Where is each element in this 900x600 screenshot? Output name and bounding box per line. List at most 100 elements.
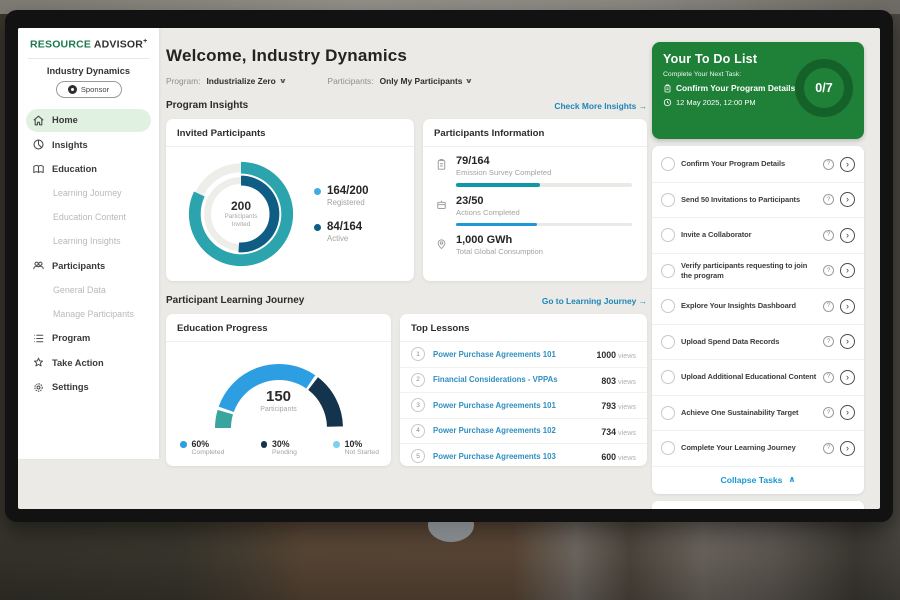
lesson-views: 600 bbox=[601, 452, 616, 462]
sidebar-item-learning-journey[interactable]: Learning Journey bbox=[26, 182, 151, 205]
learning-journey-header: Participant Learning Journey Go to Learn… bbox=[166, 295, 647, 306]
sidebar-item-label: Education bbox=[52, 164, 97, 174]
task-checkbox[interactable] bbox=[661, 193, 675, 207]
lesson-title-link[interactable]: Power Purchase Agreements 101 bbox=[433, 401, 593, 410]
task-label: Explore Your Insights Dashboard bbox=[681, 301, 817, 311]
progress-bar bbox=[456, 183, 632, 187]
task-checkbox[interactable] bbox=[661, 370, 675, 384]
sidebar-item-home[interactable]: Home bbox=[26, 109, 151, 132]
todo-task-row[interactable]: Verify participants requesting to join t… bbox=[652, 254, 864, 290]
sidebar-item-manage-participants[interactable]: Manage Participants bbox=[26, 303, 151, 326]
section-title: Participant Learning Journey bbox=[166, 295, 304, 306]
todo-list: Confirm Your Program Details › Send 50 I… bbox=[652, 147, 864, 467]
go-to-learning-journey-link[interactable]: Go to Learning Journey → bbox=[542, 296, 647, 306]
lesson-title-link[interactable]: Power Purchase Agreements 103 bbox=[433, 452, 593, 461]
gauge-legend-item: 30%Pending bbox=[261, 439, 297, 456]
lesson-row: 3 Power Purchase Agreements 101 793views bbox=[400, 393, 647, 419]
sidebar-item-settings[interactable]: Settings bbox=[26, 376, 151, 399]
todo-panel: Your To Do List Complete Your Next Task:… bbox=[652, 28, 864, 509]
clock-icon bbox=[663, 98, 672, 107]
sidebar-item-label: Home bbox=[52, 115, 78, 125]
sidebar-item-label: Take Action bbox=[52, 358, 104, 368]
sponsor-icon bbox=[68, 85, 77, 94]
task-checkbox[interactable] bbox=[661, 299, 675, 313]
task-checkbox[interactable] bbox=[661, 441, 675, 455]
chevron-right-icon[interactable]: › bbox=[840, 228, 855, 243]
legend-dot bbox=[333, 441, 340, 448]
lesson-views: 803 bbox=[601, 376, 616, 386]
task-label: Complete Your Learning Journey bbox=[681, 443, 817, 453]
program-filter-select[interactable]: Industrialize Zero ∨ bbox=[206, 76, 285, 86]
lesson-title-link[interactable]: Power Purchase Agreements 102 bbox=[433, 426, 593, 435]
app-logo: RESOURCE ADVISOR+ bbox=[18, 28, 159, 58]
chevron-right-icon[interactable]: › bbox=[840, 441, 855, 456]
check-more-insights-link[interactable]: Check More Insights → bbox=[554, 101, 647, 111]
legend-dot bbox=[314, 224, 321, 231]
help-icon bbox=[823, 443, 834, 454]
sidebar-item-learning-insights[interactable]: Learning Insights bbox=[26, 230, 151, 253]
collapse-tasks-link[interactable]: Collapse Tasks ∧ bbox=[652, 467, 864, 493]
task-checkbox[interactable] bbox=[661, 406, 675, 420]
lesson-row: 4 Power Purchase Agreements 102 734views bbox=[400, 419, 647, 445]
todo-task-row[interactable]: Upload Additional Educational Content › bbox=[652, 360, 864, 396]
recent-news-title: Recent News bbox=[662, 509, 854, 510]
sidebar-item-insights[interactable]: Insights bbox=[26, 133, 151, 156]
card-title: Invited Participants bbox=[166, 119, 414, 147]
logo-resource: RESOURCE bbox=[30, 39, 91, 51]
todo-progress-ring: 0/7 bbox=[795, 59, 853, 117]
sidebar-item-education[interactable]: Education bbox=[26, 158, 151, 181]
page-title: Welcome, Industry Dynamics bbox=[166, 46, 647, 66]
views-suffix: views bbox=[618, 428, 636, 437]
sidebar-item-education-content[interactable]: Education Content bbox=[26, 206, 151, 229]
todo-task-row[interactable]: Invite a Collaborator › bbox=[652, 218, 864, 254]
help-icon bbox=[823, 194, 834, 205]
todo-task-row[interactable]: Explore Your Insights Dashboard › bbox=[652, 289, 864, 325]
chevron-right-icon[interactable]: › bbox=[840, 157, 855, 172]
chevron-right-icon[interactable]: › bbox=[840, 299, 855, 314]
legend-dot bbox=[261, 441, 268, 448]
sidebar-item-general-data[interactable]: General Data bbox=[26, 279, 151, 302]
program-filter-label: Program: bbox=[166, 76, 200, 86]
task-checkbox[interactable] bbox=[661, 335, 675, 349]
sidebar-item-label: Program bbox=[52, 333, 90, 343]
todo-task-row[interactable]: Complete Your Learning Journey › bbox=[652, 431, 864, 467]
main-content: Welcome, Industry Dynamics Program: Indu… bbox=[166, 28, 647, 509]
actions-icon bbox=[435, 198, 448, 211]
task-checkbox[interactable] bbox=[661, 157, 675, 171]
todo-task-row[interactable]: Upload Spend Data Records › bbox=[652, 325, 864, 361]
legend-item-active: 84/164 Active bbox=[314, 221, 369, 243]
arrow-right-icon: → bbox=[639, 296, 647, 306]
chevron-right-icon[interactable]: › bbox=[840, 263, 855, 278]
arrow-right-icon: → bbox=[639, 101, 647, 111]
lesson-rank: 4 bbox=[411, 424, 425, 438]
participants-filter-select[interactable]: Only My Participants ∨ bbox=[380, 76, 473, 86]
chevron-right-icon[interactable]: › bbox=[840, 405, 855, 420]
lesson-title-link[interactable]: Power Purchase Agreements 101 bbox=[433, 350, 588, 359]
todo-task-row[interactable]: Send 50 Invitations to Participants › bbox=[652, 183, 864, 219]
todo-task-row[interactable]: Confirm Your Program Details › bbox=[652, 147, 864, 183]
home-icon bbox=[32, 114, 45, 127]
participant-stats: 79/164Emission Survey Completed23/50Acti… bbox=[423, 147, 647, 256]
sidebar-item-participants[interactable]: Participants bbox=[26, 254, 151, 277]
task-checkbox[interactable] bbox=[661, 264, 675, 278]
chevron-right-icon[interactable]: › bbox=[840, 192, 855, 207]
sidebar-item-program[interactable]: Program bbox=[26, 327, 151, 350]
help-icon bbox=[823, 372, 834, 383]
chevron-right-icon[interactable]: › bbox=[840, 370, 855, 385]
task-checkbox[interactable] bbox=[661, 228, 675, 242]
education-progress-card: Education Progress 150 Participants 60%C… bbox=[166, 314, 391, 466]
todo-task-row[interactable]: Achieve One Sustainability Target › bbox=[652, 396, 864, 432]
stat-label: Emission Survey Completed bbox=[456, 168, 632, 177]
sidebar-menu: Home Insights Education Learning JourneyEdu… bbox=[18, 106, 159, 399]
lesson-title-link[interactable]: Financial Considerations - VPPAs bbox=[433, 375, 593, 384]
chevron-right-icon[interactable]: › bbox=[840, 334, 855, 349]
todo-list-card: Confirm Your Program Details › Send 50 I… bbox=[652, 146, 864, 494]
org-name: Industry Dynamics bbox=[18, 66, 159, 76]
participants-filter-label: Participants: bbox=[327, 76, 373, 86]
dashboard-screen: RESOURCE ADVISOR+ Industry Dynamics Spon… bbox=[18, 28, 880, 509]
sidebar-item-take-action[interactable]: Take Action bbox=[26, 351, 151, 374]
lesson-rank: 2 bbox=[411, 373, 425, 387]
help-icon bbox=[823, 265, 834, 276]
gauge-center-label: Participants bbox=[197, 406, 361, 413]
gauge-center-value: 150 bbox=[197, 388, 361, 405]
